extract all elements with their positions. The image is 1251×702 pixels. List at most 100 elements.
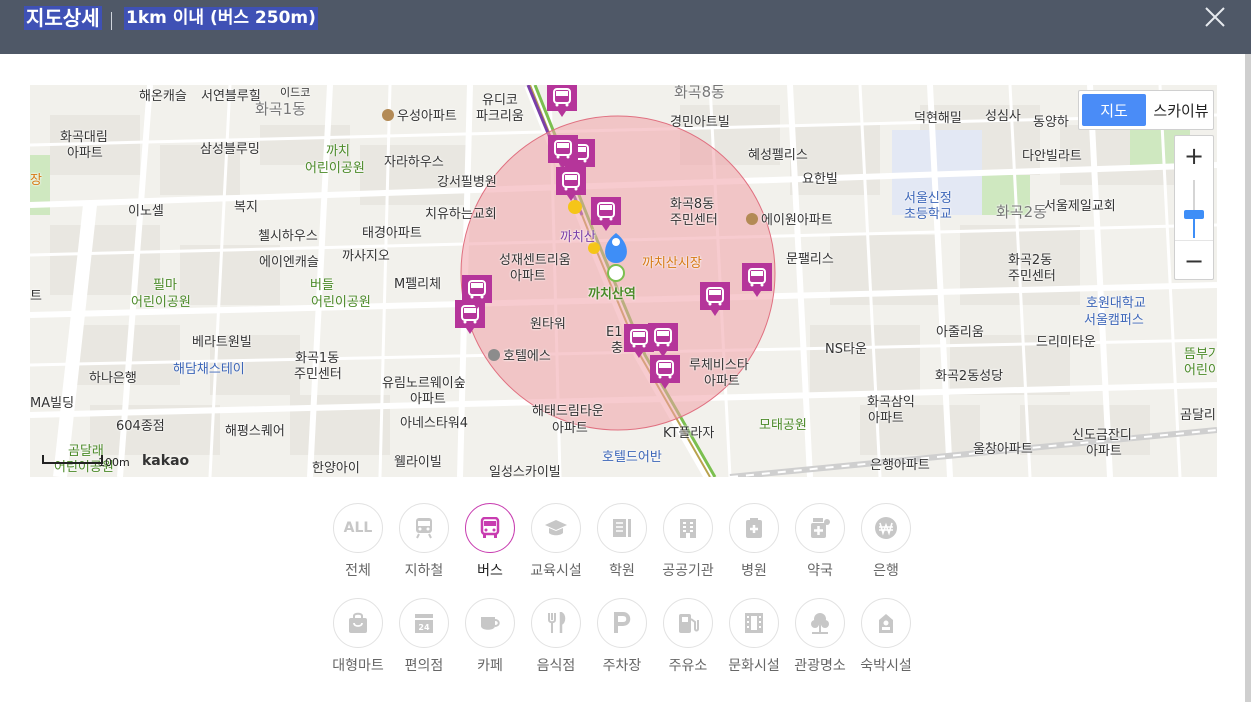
map-label: 화곡2동성당 bbox=[935, 369, 1004, 384]
map-label: 아파트 bbox=[410, 392, 446, 407]
map-type-skyview-button[interactable]: 스카이뷰 bbox=[1149, 91, 1213, 129]
map-label: 서울신정 bbox=[904, 191, 952, 206]
map-label: 호원대학교 bbox=[1086, 296, 1146, 311]
map-label: 한양아이 bbox=[312, 461, 360, 476]
map-label: 호텔에스 bbox=[488, 349, 551, 364]
map-label: 뜸부기 bbox=[1184, 347, 1217, 362]
map-label: 화곡2동 bbox=[996, 203, 1047, 221]
category-label: 버스 bbox=[477, 563, 503, 579]
bus-stop-marker[interactable] bbox=[648, 353, 682, 393]
map-label: 초등학교 bbox=[904, 207, 952, 222]
map-label: 성재센트리움 bbox=[499, 253, 571, 268]
category-subway[interactable]: 지하철 bbox=[391, 503, 457, 593]
category-culture[interactable]: 문화시설 bbox=[721, 598, 787, 688]
won-icon bbox=[875, 517, 897, 539]
map-label: 트 bbox=[30, 289, 42, 304]
map-label: 화곡2동 bbox=[1008, 253, 1053, 268]
map-label: 베라트원빌 bbox=[192, 335, 252, 350]
map-label: 아네스타워4 bbox=[400, 416, 469, 431]
bus-stop-marker[interactable] bbox=[460, 273, 494, 313]
map-label: 드리미타운 bbox=[1036, 335, 1096, 350]
category-cafe[interactable]: 카페 bbox=[457, 598, 523, 688]
graduation-cap-icon bbox=[545, 520, 567, 536]
map-label: 동양하 bbox=[1033, 115, 1069, 130]
radius-subtitle: 1km 이내 (버스 250m) bbox=[124, 7, 318, 30]
map-label: 웰라이빌 bbox=[394, 455, 442, 470]
tree-icon bbox=[811, 613, 829, 634]
category-bank[interactable]: 은행 bbox=[853, 503, 919, 593]
map-label: 이노셀 bbox=[128, 204, 164, 219]
category-tourism[interactable]: 관광명소 bbox=[787, 598, 853, 688]
bus-stop-marker[interactable] bbox=[589, 195, 623, 235]
map-label: 아파트 bbox=[1086, 444, 1122, 459]
bus-stop-marker[interactable] bbox=[545, 85, 579, 121]
map-label: 서울제일교회 bbox=[1044, 199, 1116, 214]
map-label: 화곡삼익 bbox=[867, 395, 915, 410]
map-label: 버들 bbox=[310, 278, 334, 293]
map-label: E1 bbox=[606, 325, 623, 340]
pharmacy-icon bbox=[811, 518, 830, 538]
zoom-slider[interactable] bbox=[1183, 180, 1205, 238]
category-label: 은행 bbox=[873, 563, 899, 579]
zoom-in-button[interactable]: + bbox=[1175, 136, 1213, 176]
zoom-out-button[interactable]: − bbox=[1175, 240, 1213, 280]
map-label: 해태드림타운 bbox=[532, 404, 604, 419]
map-label: 호텔드어반 bbox=[602, 450, 662, 465]
category-lodging[interactable]: 숙박시설 bbox=[853, 598, 919, 688]
map-label: 루체비스타 bbox=[689, 358, 749, 373]
map-label: 원타워 bbox=[530, 317, 566, 332]
category-education[interactable]: 교육시설 bbox=[523, 503, 589, 593]
map-label: 곰달리 bbox=[1180, 408, 1216, 423]
map-label: 모태공원 bbox=[759, 418, 807, 433]
map-label: 장 bbox=[30, 173, 42, 188]
category-label: 숙박시설 bbox=[860, 658, 912, 674]
coffee-cup-icon bbox=[481, 617, 500, 630]
map-label: 에이원아파트 bbox=[746, 213, 833, 228]
category-label: 음식점 bbox=[536, 658, 576, 674]
category-convenience[interactable]: 24 편의점 bbox=[391, 598, 457, 688]
map-label: 화곡1동 bbox=[295, 351, 340, 366]
category-label: 관광명소 bbox=[794, 658, 846, 674]
map-label: 강서필병원 bbox=[437, 175, 497, 190]
map-label: 아파트 bbox=[704, 374, 740, 389]
category-parking[interactable]: 주차장 bbox=[589, 598, 655, 688]
category-public[interactable]: 공공기관 bbox=[655, 503, 721, 593]
map-label: 까치산역 bbox=[588, 287, 636, 302]
bus-stop-marker[interactable] bbox=[740, 261, 774, 301]
category-label: 교육시설 bbox=[530, 563, 582, 579]
scrollbar-edge bbox=[1245, 54, 1251, 702]
category-pharmacy[interactable]: 약국 bbox=[787, 503, 853, 593]
map-label: 아파트 bbox=[868, 411, 904, 426]
bus-stop-marker[interactable] bbox=[698, 280, 732, 320]
map-label: 덕현해밀 bbox=[914, 111, 962, 126]
category-academy[interactable]: 학원 bbox=[589, 503, 655, 593]
subway-icon bbox=[416, 518, 432, 539]
category-bus[interactable]: 버스 bbox=[457, 503, 523, 593]
map-label: 화곡8동 bbox=[674, 85, 725, 101]
map-label: 요한빌 bbox=[802, 172, 838, 187]
shopping-bag-icon bbox=[349, 612, 367, 633]
category-hospital[interactable]: 병원 bbox=[721, 503, 787, 593]
map-label: 해담채스테이 bbox=[173, 362, 245, 377]
category-gas-station[interactable]: 주유소 bbox=[655, 598, 721, 688]
map-label: 서연블루힐 bbox=[201, 89, 261, 104]
map-label: 경민아트빌 bbox=[670, 115, 730, 130]
map-type-map-button[interactable]: 지도 bbox=[1082, 94, 1146, 126]
map-label: 어린이 bbox=[1184, 363, 1217, 378]
category-restaurant[interactable]: 음식점 bbox=[523, 598, 589, 688]
map-label: 604종점 bbox=[116, 419, 165, 434]
bus-stop-marker[interactable] bbox=[554, 165, 588, 205]
category-all[interactable]: ALL 전체 bbox=[325, 503, 391, 593]
category-mart[interactable]: 대형마트 bbox=[325, 598, 391, 688]
scale-label: 100m bbox=[98, 456, 130, 469]
category-label: 카페 bbox=[477, 658, 503, 674]
map-label: 울창아파트 bbox=[973, 442, 1033, 457]
map-view[interactable]: 해온캐슬 서연블루힐 화곡1동 유디코 화곡8동 화곡대림 아파트 우성아파트 … bbox=[30, 85, 1217, 477]
map-label: 파크리움 bbox=[476, 109, 524, 124]
title-divider bbox=[111, 12, 112, 30]
map-label: 까사지오 bbox=[342, 249, 390, 264]
category-label: 대형마트 bbox=[332, 658, 384, 674]
map-label: 아파트 bbox=[510, 269, 546, 284]
convenience-store-icon: 24 bbox=[415, 614, 433, 633]
close-button[interactable] bbox=[1200, 2, 1230, 32]
